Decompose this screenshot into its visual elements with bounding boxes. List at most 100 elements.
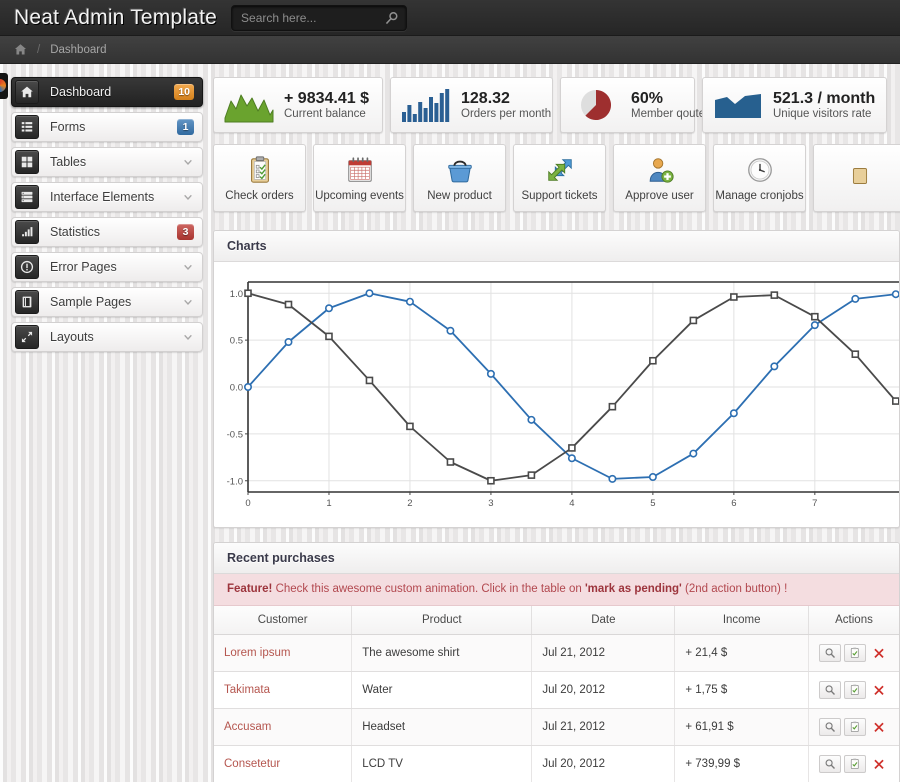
cell-income: + 21,4 $	[675, 634, 809, 671]
sidebar-item-label: Statistics	[50, 225, 177, 239]
view-button[interactable]	[819, 681, 841, 699]
mark-pending-button[interactable]	[844, 755, 866, 773]
home-icon	[15, 80, 39, 104]
clipped-tile-icon	[845, 161, 875, 191]
stat-text: 60%Member qoute	[631, 90, 705, 120]
column-header-date: Date	[532, 606, 675, 635]
quick-action-row: Check ordersUpcoming eventsNew product Su…	[213, 144, 900, 212]
cell-date: Jul 21, 2012	[532, 708, 675, 745]
sine-cosine-line-chart: -1.0-0.50.00.51.001234567	[218, 270, 900, 518]
chevron-down-icon[interactable]	[183, 262, 193, 272]
sidebar: Dashboard10 Forms1 Tables Interface Element…	[0, 64, 213, 782]
delete-button[interactable]	[869, 755, 889, 773]
chevron-down-icon[interactable]	[183, 157, 193, 167]
stat-value: 128.32	[461, 90, 551, 108]
book-icon	[15, 290, 39, 314]
svg-text:1: 1	[326, 498, 331, 509]
action-tile-support-tickets[interactable]: Support tickets	[513, 144, 606, 212]
sidebar-item-label: Layouts	[50, 330, 183, 344]
action-tile-label: Support tickets	[521, 190, 597, 202]
app-title: Neat Admin Template	[14, 6, 217, 30]
breadcrumb-current: Dashboard	[50, 44, 106, 56]
calendar-icon	[345, 155, 375, 185]
cell-actions	[808, 671, 899, 708]
table-row[interactable]: ConseteturLCD TVJul 20, 2012+ 739,99 $	[214, 745, 899, 782]
chevron-down-icon[interactable]	[183, 192, 193, 202]
chevron-down-icon[interactable]	[183, 297, 193, 307]
stat-card-orders-per-month[interactable]: 128.32Orders per month	[390, 77, 553, 133]
grid-icon	[15, 150, 39, 174]
view-button[interactable]	[819, 755, 841, 773]
breadcrumb-separator: /	[37, 44, 40, 56]
stat-value: 60%	[631, 90, 705, 108]
svg-text:7: 7	[812, 498, 817, 509]
sidebar-nav: Dashboard10 Forms1 Tables Interface Element…	[11, 77, 203, 352]
table-panel-title: Recent purchases	[214, 543, 899, 574]
cell-actions	[808, 745, 899, 782]
cell-actions	[808, 708, 899, 745]
stat-card-unique-visitors-rate[interactable]: 521.3 / monthUnique visitors rate	[702, 77, 887, 133]
clipboard-check-icon	[849, 647, 861, 659]
mark-pending-button[interactable]	[844, 681, 866, 699]
sidebar-edge-chip	[0, 73, 8, 99]
table-row[interactable]: AccusamHeadsetJul 21, 2012+ 61,91 $	[214, 708, 899, 745]
sidebar-item-label: Dashboard	[50, 85, 174, 99]
cell-customer: Consetetur	[214, 745, 352, 782]
delete-button[interactable]	[869, 718, 889, 736]
view-button[interactable]	[819, 718, 841, 736]
action-tile-manage-cronjobs[interactable]: Manage cronjobs	[713, 144, 806, 212]
cell-product: The awesome shirt	[352, 634, 532, 671]
svg-text:1.0: 1.0	[230, 289, 243, 300]
row-action-group	[819, 681, 889, 699]
action-tile-clipped[interactable]	[813, 144, 900, 212]
mark-pending-button[interactable]	[844, 718, 866, 736]
recent-purchases-panel: Recent purchases Feature! Check this awe…	[213, 542, 900, 782]
action-tile-upcoming-events[interactable]: Upcoming events	[313, 144, 406, 212]
search-box[interactable]	[231, 5, 407, 31]
sidebar-item-error-pages[interactable]: Error Pages	[11, 252, 203, 282]
delete-button[interactable]	[869, 644, 889, 662]
sidebar-item-tables[interactable]: Tables	[11, 147, 203, 177]
stat-card-current-balance[interactable]: + 9834.41 $Current balance	[213, 77, 383, 133]
cell-income: + 61,91 $	[675, 708, 809, 745]
action-tile-new-product[interactable]: New product	[413, 144, 506, 212]
stat-card-member-qoute[interactable]: 60%Member qoute	[560, 77, 695, 133]
clipboard-check-icon	[849, 721, 861, 733]
svg-text:-0.5: -0.5	[227, 429, 243, 440]
basket-icon	[445, 155, 475, 185]
svg-text:4: 4	[569, 498, 574, 509]
table-row[interactable]: Lorem ipsumThe awesome shirtJul 21, 2012…	[214, 634, 899, 671]
mark-pending-button[interactable]	[844, 644, 866, 662]
delete-button[interactable]	[869, 681, 889, 699]
view-button[interactable]	[819, 644, 841, 662]
home-icon[interactable]	[14, 43, 27, 56]
clipboard-check-icon	[849, 758, 861, 770]
area-filled-icon	[713, 87, 763, 123]
page-root: Neat Admin Template / Dashboard Dashboar…	[0, 0, 900, 782]
column-header-product: Product	[352, 606, 532, 635]
clock-icon	[745, 155, 775, 185]
magnifier-icon	[824, 758, 836, 770]
stat-text: 128.32Orders per month	[461, 90, 551, 120]
action-tile-check-orders[interactable]: Check orders	[213, 144, 306, 212]
svg-text:0.5: 0.5	[230, 336, 243, 347]
stat-text: + 9834.41 $Current balance	[284, 90, 369, 120]
sidebar-item-label: Sample Pages	[50, 295, 183, 309]
sidebar-item-interface-elements[interactable]: Interface Elements	[11, 182, 203, 212]
svg-text:0: 0	[245, 498, 250, 509]
sidebar-item-dashboard[interactable]: Dashboard10	[11, 77, 203, 107]
chart-canvas: -1.0-0.50.00.51.001234567	[214, 262, 899, 527]
action-tile-approve-user[interactable]: Approve user	[613, 144, 706, 212]
close-x-icon	[873, 721, 885, 733]
sidebar-item-layouts[interactable]: Layouts	[11, 322, 203, 352]
svg-text:6: 6	[731, 498, 736, 509]
sidebar-item-badge: 3	[177, 224, 194, 240]
sidebar-item-statistics[interactable]: Statistics3	[11, 217, 203, 247]
table-row[interactable]: TakimataWaterJul 20, 2012+ 1,75 $	[214, 671, 899, 708]
sidebar-item-sample-pages[interactable]: Sample Pages	[11, 287, 203, 317]
top-bar: Neat Admin Template	[0, 0, 900, 36]
chevron-down-icon[interactable]	[183, 332, 193, 342]
sidebar-item-forms[interactable]: Forms1	[11, 112, 203, 142]
svg-text:5: 5	[650, 498, 655, 509]
alert-highlight: 'mark as pending'	[585, 583, 682, 595]
